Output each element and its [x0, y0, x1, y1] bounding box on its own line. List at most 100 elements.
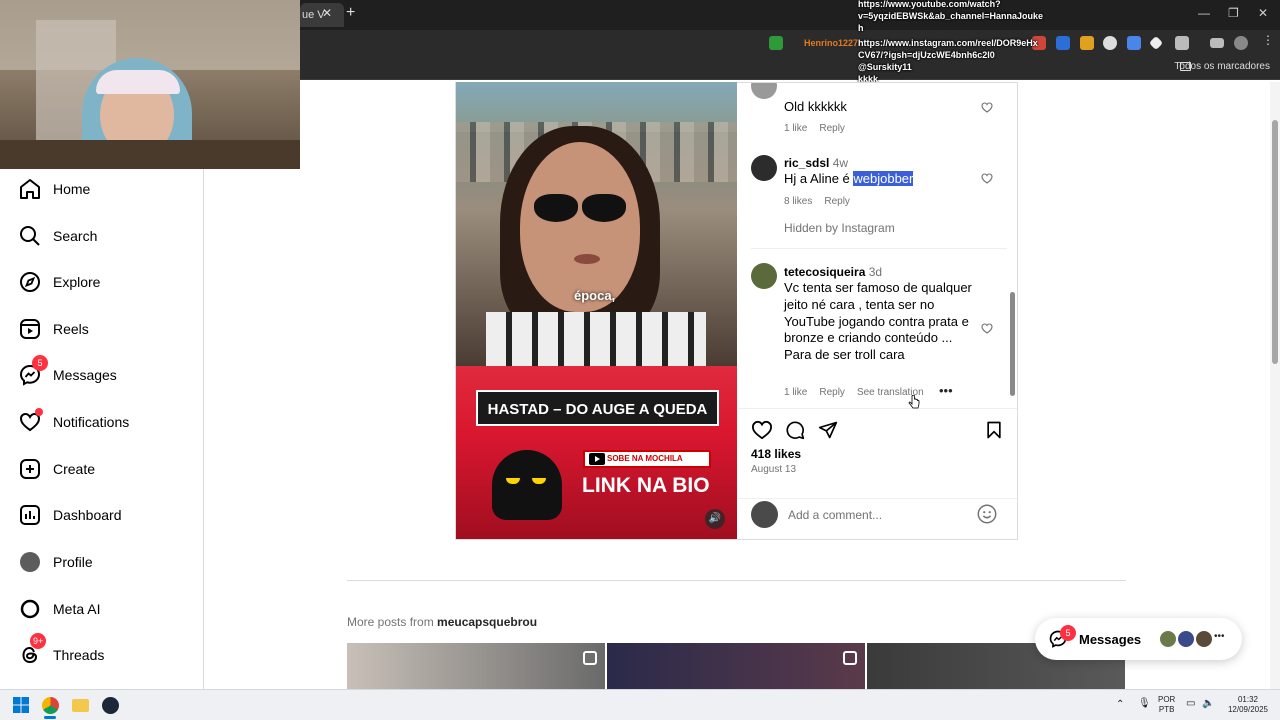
messenger-icon: 5 — [18, 355, 48, 387]
reading-list-icon[interactable] — [1210, 38, 1224, 48]
like-count[interactable]: 418 likes — [751, 447, 801, 461]
maximize-icon[interactable]: ❐ — [1228, 6, 1239, 20]
more-post-thumbnail[interactable] — [347, 643, 605, 689]
nav-explore[interactable]: Explore — [18, 268, 100, 296]
nav-reels[interactable]: Reels — [18, 315, 89, 343]
avatar — [1158, 629, 1178, 649]
reply-button[interactable]: Reply — [824, 196, 850, 207]
nav-search[interactable]: Search — [18, 222, 97, 250]
nav-notifications-label: Notifications — [53, 414, 130, 430]
windows-start-icon[interactable] — [13, 697, 29, 713]
comment-likes[interactable]: 8 likes — [784, 196, 812, 207]
more-posts-heading: More posts from meucapsquebrou — [347, 615, 538, 629]
comment-avatar[interactable] — [751, 83, 777, 99]
comment-like-icon[interactable] — [981, 102, 993, 113]
avatar — [1194, 629, 1214, 649]
threads-icon: 9+ — [18, 633, 47, 667]
like-icon[interactable] — [751, 420, 773, 440]
nav-profile-label: Profile — [53, 554, 93, 570]
comment-like-icon[interactable] — [981, 173, 993, 184]
volume-icon[interactable]: 🔊 — [705, 509, 725, 529]
dashboard-icon — [18, 503, 42, 527]
post-date: August 13 — [751, 464, 797, 475]
more-options-icon[interactable]: ••• — [939, 383, 953, 398]
comment-like-icon[interactable] — [981, 323, 993, 334]
nav-notifications[interactable]: Notifications — [18, 408, 129, 436]
close-tab-icon[interactable]: ✕ — [322, 6, 332, 20]
all-bookmarks-label[interactable]: Todos os marcadores — [1174, 61, 1270, 72]
promo-banner: HASTAD – DO AUGE A QUEDA SOBE NA MOCHILA… — [456, 366, 737, 539]
page-scrollbar[interactable] — [1272, 120, 1278, 364]
video-frame: época, — [456, 82, 737, 372]
comment-text: Vc tenta ser famoso de qualquer jeito né… — [784, 280, 972, 363]
sidebar: Home Search Explore Reels 5 Messages Not… — [0, 169, 204, 689]
current-user-avatar — [751, 501, 778, 528]
chrome-taskbar-icon[interactable] — [42, 697, 59, 714]
comment-meta: 8 likes Reply — [784, 196, 862, 207]
play-icon — [589, 453, 605, 465]
chevron-up-icon[interactable]: ⌃ — [1116, 700, 1124, 710]
emoji-icon[interactable] — [976, 503, 998, 525]
comment-author[interactable]: ric_sdsl 4w — [784, 156, 848, 170]
comment-avatar[interactable] — [751, 263, 777, 289]
profile-icon[interactable] — [1234, 36, 1248, 50]
heart-icon — [18, 408, 43, 434]
chat-overlay-line: https://www.instagram.com/reel/DOR9eHx — [858, 38, 1038, 48]
home-icon — [18, 177, 42, 201]
nav-create[interactable]: Create — [18, 455, 95, 483]
hidden-comments-toggle[interactable]: Hidden by Instagram — [784, 221, 895, 235]
comment-likes[interactable]: 1 like — [784, 387, 807, 398]
comment-avatar[interactable] — [751, 155, 777, 181]
file-explorer-icon[interactable] — [72, 699, 89, 712]
nav-threads[interactable]: 9+ Threads — [18, 633, 104, 669]
extension-icon[interactable] — [1080, 36, 1094, 50]
nav-meta-ai-label: Meta AI — [53, 601, 101, 617]
screen: ue V ✕ + — ❐ ✕ ⋮ Todos os marcadores Hen… — [0, 0, 1280, 720]
share-icon[interactable] — [817, 420, 839, 440]
comment-likes[interactable]: 1 like — [784, 123, 807, 134]
plus-square-icon — [18, 457, 42, 481]
notification-dot — [35, 408, 43, 416]
nav-meta-ai[interactable]: Meta AI — [18, 595, 100, 623]
comments-scrollbar[interactable] — [1010, 292, 1015, 396]
avatar — [1176, 629, 1196, 649]
extensions-puzzle-icon[interactable] — [1175, 36, 1189, 50]
extension-icon[interactable] — [769, 36, 783, 50]
browser-menu-icon[interactable]: ⋮ — [1262, 33, 1276, 47]
volume-icon[interactable]: 🔈 — [1202, 699, 1214, 709]
post-media[interactable]: época, HASTAD – DO AUGE A QUEDA SOBE NA … — [456, 82, 737, 539]
nav-dashboard-label: Dashboard — [53, 507, 122, 523]
section-divider — [347, 580, 1126, 581]
reply-button[interactable]: Reply — [819, 123, 845, 134]
profile-avatar — [18, 550, 42, 574]
reels-icon — [18, 317, 42, 341]
nav-dashboard[interactable]: Dashboard — [18, 501, 122, 529]
network-icon[interactable]: ▭ — [1186, 699, 1195, 709]
add-comment-input[interactable] — [788, 506, 968, 524]
comment-author[interactable]: tetecosiqueira 3d — [784, 265, 882, 279]
clock[interactable]: 01:32 12/09/2025 — [1226, 695, 1270, 715]
close-window-icon[interactable]: ✕ — [1258, 6, 1268, 20]
save-icon[interactable] — [984, 420, 1004, 440]
nav-messages[interactable]: 5 Messages — [18, 355, 117, 389]
nav-profile[interactable]: Profile — [18, 548, 93, 576]
reply-button[interactable]: Reply — [819, 387, 845, 398]
extension-icon[interactable] — [1127, 36, 1141, 50]
messages-badge: 5 — [32, 355, 48, 371]
reels-icon — [843, 651, 857, 665]
more-post-thumbnail[interactable] — [607, 643, 865, 689]
extension-icon[interactable] — [1056, 36, 1070, 50]
new-tab-icon[interactable]: + — [346, 4, 355, 22]
more-posts-username[interactable]: meucapsquebrou — [437, 615, 537, 629]
minimize-icon[interactable]: — — [1198, 6, 1210, 20]
extension-icon[interactable] — [1103, 36, 1117, 50]
nav-explore-label: Explore — [53, 274, 101, 290]
comment-icon[interactable] — [784, 420, 806, 440]
nav-home[interactable]: Home — [18, 175, 90, 203]
microphone-icon[interactable]: 🎙 — [1138, 699, 1151, 709]
nav-create-label: Create — [53, 461, 96, 477]
promo-title: HASTAD – DO AUGE A QUEDA — [476, 390, 719, 426]
language-indicator[interactable]: POR PTB — [1158, 695, 1175, 715]
video-caption: época, — [574, 288, 616, 303]
steam-icon[interactable] — [102, 697, 119, 714]
